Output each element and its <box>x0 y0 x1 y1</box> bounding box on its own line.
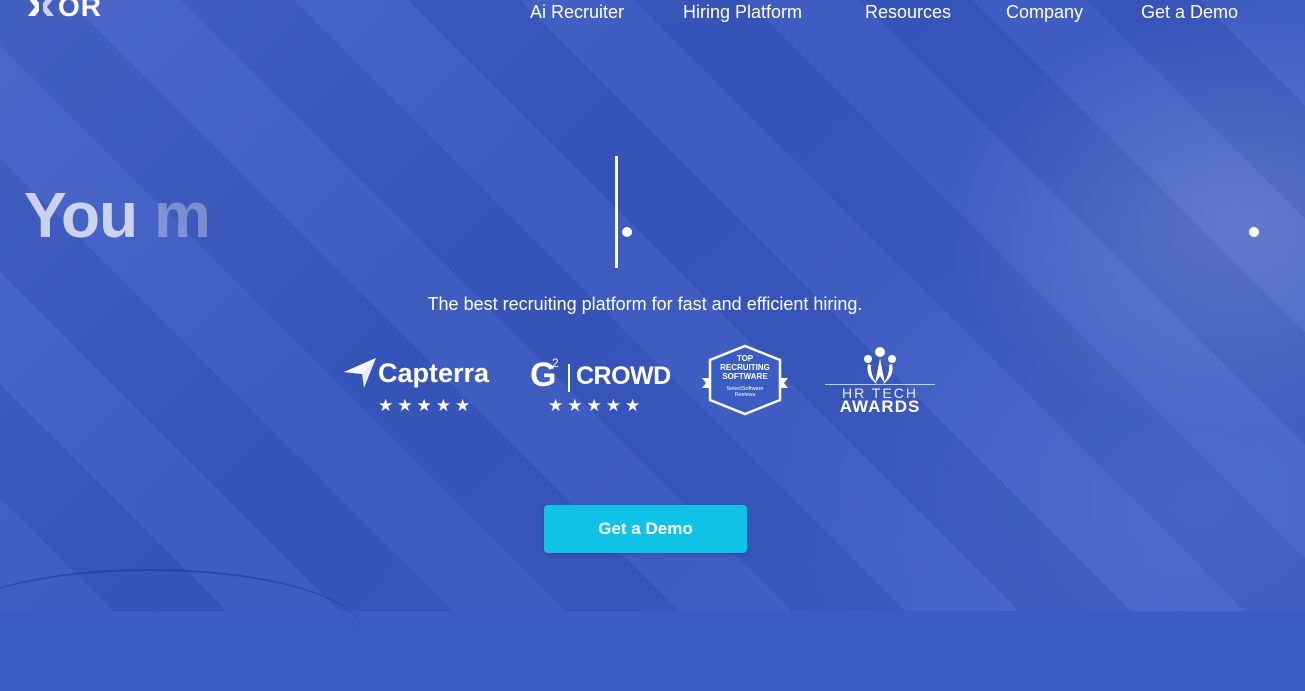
site-header: OR Ai Recruiter Hiring Platform Resource… <box>0 0 1305 40</box>
main-nav: Ai Recruiter Hiring Platform Resources C… <box>0 2 1305 26</box>
hero-subtitle: The best recruiting platform for fast an… <box>427 294 863 314</box>
ss-line-top: TOP <box>736 354 754 363</box>
ss-line-recruiting: RECRUITING <box>720 363 770 372</box>
carousel-dot[interactable] <box>1249 227 1259 237</box>
nav-ai-recruiter[interactable]: Ai Recruiter <box>530 2 624 23</box>
people-trophy-icon <box>864 347 896 384</box>
ss-line-reviews: Reviews <box>734 392 756 398</box>
capterra-arrow-icon <box>344 358 376 388</box>
get-a-demo-button[interactable]: Get a Demo <box>544 505 747 553</box>
g2-stars: ★★★★★ <box>548 396 645 415</box>
capterra-stars: ★★★★★ <box>378 396 475 415</box>
nav-get-a-demo[interactable]: Get a Demo <box>1141 2 1238 23</box>
award-badges: Capterra ★★★★★ G 2 CROWD ★★★★★ TOP RECRU… <box>0 340 1305 430</box>
hr-tech-awards-badge: HR TECH AWARDS <box>825 346 935 418</box>
g2-crowd-name: CROWD <box>576 362 671 390</box>
hr-tech-line2: AWARDS <box>839 397 921 416</box>
nav-company[interactable]: Company <box>1006 2 1083 23</box>
capterra-name: Capterra <box>378 358 490 388</box>
nav-resources[interactable]: Resources <box>865 2 951 23</box>
ss-line-software: SOFTWARE <box>722 372 768 381</box>
typing-cursor <box>615 156 618 268</box>
g2-superscript: 2 <box>552 356 559 370</box>
headline-fading-text: m <box>153 179 211 251</box>
headline-typed-text: You <box>24 179 154 251</box>
g2-divider <box>568 364 570 392</box>
carousel-dot[interactable] <box>622 227 632 237</box>
nav-hiring-platform[interactable]: Hiring Platform <box>683 2 802 23</box>
hero-headline: You m <box>24 178 211 252</box>
selectsoftware-badge: TOP RECRUITING SOFTWARE SelectSoftware R… <box>702 344 788 416</box>
